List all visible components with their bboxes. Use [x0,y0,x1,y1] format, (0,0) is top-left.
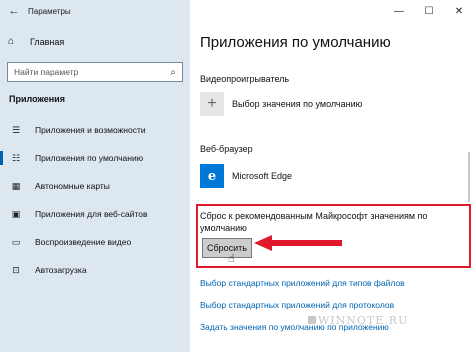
web-browser-label: Веб-браузер [200,144,253,154]
edge-icon: e [200,164,224,188]
sidebar-item-apps-features[interactable]: ☰ Приложения и возможности [0,118,190,142]
link-file-types[interactable]: Выбор стандартных приложений для типов ф… [200,278,405,288]
default-apps-icon: ☷ [11,152,21,163]
sidebar-item-label: Приложения и возможности [35,125,146,135]
link-protocols[interactable]: Выбор стандартных приложений для протоко… [200,300,394,310]
window-title: Параметры [28,6,71,16]
sidebar-item-label: Приложения по умолчанию [35,153,144,163]
mouse-cursor-icon: ☝ [228,253,235,265]
video-player-app-button[interactable]: + Выбор значения по умолчанию [200,92,362,116]
sidebar-item-video-playback[interactable]: ▭ Воспроизведение видео [0,230,190,254]
back-arrow-icon[interactable]: ← [4,5,24,17]
watermark: WINNOTE.RU [318,314,409,327]
offline-maps-icon: ▦ [11,180,21,191]
websites-apps-icon: ▣ [11,208,21,219]
minimize-button[interactable]: — [384,0,414,22]
web-browser-app-button[interactable]: e Microsoft Edge [200,164,292,188]
close-button[interactable]: ✕ [444,0,474,22]
watermark-logo-icon [308,316,316,324]
plus-icon: + [200,92,224,116]
scrollbar[interactable] [468,152,470,202]
search-input[interactable]: Найти параметр [14,67,164,77]
web-browser-app-name: Microsoft Edge [232,171,293,181]
sidebar-item-label: Воспроизведение видео [35,237,132,247]
home-label: Главная [30,36,65,47]
video-playback-icon: ▭ [11,236,21,247]
maximize-button[interactable]: ☐ [414,0,444,22]
sidebar: ⌂ Главная Найти параметр ⌕ Приложения ☰ … [0,22,190,352]
home-icon: ⌂ [8,36,15,47]
sidebar-item-offline-maps[interactable]: ▦ Автономные карты [0,174,190,198]
sidebar-item-startup[interactable]: ⊡ Автозагрузка [0,258,190,282]
video-player-label: Видеопроигрыватель [200,74,290,84]
title-bar: ← Параметры — ☐ ✕ [0,0,474,22]
sidebar-item-websites-apps[interactable]: ▣ Приложения для веб-сайтов [0,202,190,226]
search-icon[interactable]: ⌕ [164,67,182,78]
sidebar-item-home[interactable]: ⌂ Главная [8,36,64,47]
video-player-app-name: Выбор значения по умолчанию [232,99,363,109]
apps-list-icon: ☰ [11,124,21,135]
sidebar-item-label: Автозагрузка [35,265,87,275]
reset-button[interactable]: Сбросить [202,238,252,258]
red-arrow-icon [254,235,342,251]
sidebar-item-default-apps[interactable]: ☷ Приложения по умолчанию [0,146,190,170]
startup-icon: ⊡ [12,264,20,275]
reset-description: Сброс к рекомендованным Майкрософт значе… [200,211,428,233]
sidebar-item-label: Приложения для веб-сайтов [35,209,148,219]
search-field[interactable]: Найти параметр ⌕ [7,62,183,82]
sidebar-item-label: Автономные карты [35,181,110,191]
page-title: Приложения по умолчанию [200,34,391,51]
main-content: Приложения по умолчанию Видеопроигрывате… [190,22,474,352]
sidebar-section-title: Приложения [9,94,65,104]
